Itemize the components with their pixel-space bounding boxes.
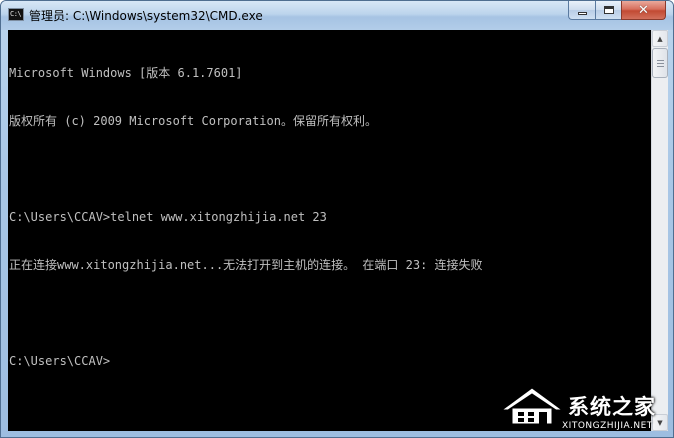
cmd-icon[interactable]: C:\ bbox=[8, 8, 24, 21]
console-prompt[interactable]: C:\Users\CCAV> bbox=[9, 353, 483, 369]
console-line: 正在连接www.xitongzhijia.net...无法打开到主机的连接。 在… bbox=[9, 258, 483, 272]
close-button[interactable]: ✕ bbox=[621, 1, 666, 20]
minimize-icon bbox=[577, 11, 587, 15]
vertical-scrollbar[interactable]: ▲ ▼ bbox=[651, 30, 668, 431]
cmd-window: C:\ 管理员: C:\Windows\system32\CMD.exe ✕ M… bbox=[0, 0, 674, 438]
site-watermark: 系统之家 XITONGZHIJIA.NET bbox=[498, 384, 674, 438]
watermark-brand: 系统之家 bbox=[568, 395, 656, 419]
caption-buttons: ✕ bbox=[568, 1, 666, 20]
house-logo-icon bbox=[500, 387, 564, 425]
maximize-button[interactable] bbox=[595, 1, 621, 20]
arrow-up-icon: ▲ bbox=[657, 34, 663, 43]
console-line: 版权所有 (c) 2009 Microsoft Corporation。保留所有… bbox=[9, 114, 377, 128]
scroll-thumb[interactable] bbox=[652, 48, 668, 78]
console-output: Microsoft Windows [版本 6.1.7601] 版权所有 (c)… bbox=[9, 33, 483, 401]
minimize-button[interactable] bbox=[568, 1, 595, 20]
grip-line bbox=[657, 66, 664, 67]
scroll-up-button[interactable]: ▲ bbox=[652, 30, 668, 47]
console-area[interactable]: Microsoft Windows [版本 6.1.7601] 版权所有 (c)… bbox=[8, 30, 651, 431]
grip-line bbox=[657, 60, 664, 61]
console-line: C:\Users\CCAV>telnet www.xitongzhijia.ne… bbox=[9, 210, 327, 224]
close-icon: ✕ bbox=[638, 2, 649, 18]
cmd-icon-label: C:\ bbox=[10, 10, 22, 18]
grip-line bbox=[657, 63, 664, 64]
title-bar[interactable]: C:\ 管理员: C:\Windows\system32\CMD.exe ✕ bbox=[1, 1, 673, 30]
window-title: 管理员: C:\Windows\system32\CMD.exe bbox=[29, 9, 263, 23]
watermark-domain: XITONGZHIJIA.NET bbox=[562, 421, 653, 431]
maximize-icon bbox=[603, 6, 614, 14]
console-line: Microsoft Windows [版本 6.1.7601] bbox=[9, 66, 243, 80]
